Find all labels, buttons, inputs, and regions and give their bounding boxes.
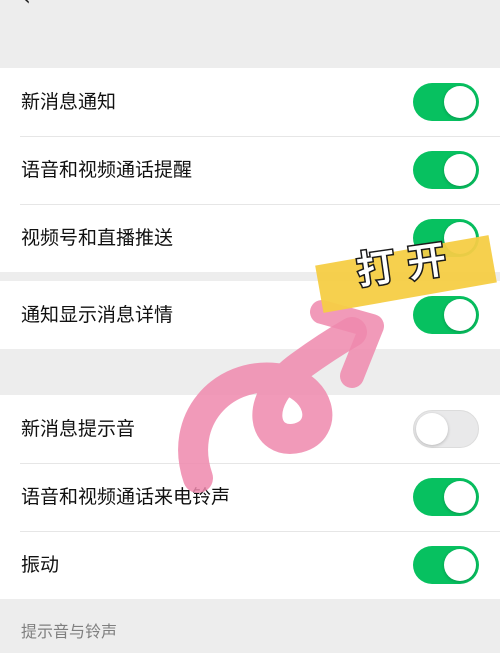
- toggle-knob: [444, 86, 476, 118]
- setting-label: 振动: [21, 554, 60, 576]
- setting-label: 新消息提示音: [21, 418, 136, 440]
- section-label-sounds: 提示音与铃声: [21, 622, 118, 641]
- chevron-left-icon[interactable]: ‹: [22, 0, 31, 11]
- setting-label: 视频号和直播推送: [21, 227, 174, 249]
- setting-row-new-message-notify[interactable]: 新消息通知: [0, 68, 500, 136]
- setting-label: 新消息通知: [21, 91, 117, 113]
- detail-group: 通知显示消息详情: [0, 281, 500, 349]
- vibration-toggle[interactable]: [413, 546, 479, 584]
- toggle-knob: [444, 549, 476, 581]
- setting-row-channels-live-push[interactable]: 视频号和直播推送: [0, 204, 500, 272]
- setting-label: 语音和视频通话来电铃声: [21, 486, 231, 508]
- message-sound-toggle[interactable]: [413, 410, 479, 448]
- setting-row-vibration[interactable]: 振动: [0, 531, 500, 599]
- setting-row-call-reminder[interactable]: 语音和视频通话提醒: [0, 136, 500, 204]
- setting-row-message-sound[interactable]: 新消息提示音: [0, 395, 500, 463]
- toggle-knob: [416, 413, 448, 445]
- navigation-bar: ‹: [0, 0, 500, 68]
- notification-group: 新消息通知 语音和视频通话提醒 视频号和直播推送: [0, 68, 500, 272]
- toggle-knob: [444, 481, 476, 513]
- channels-live-push-toggle[interactable]: [413, 219, 479, 257]
- setting-label: 语音和视频通话提醒: [21, 159, 193, 181]
- setting-row-call-ringtone[interactable]: 语音和视频通话来电铃声: [0, 463, 500, 531]
- show-message-details-toggle[interactable]: [413, 296, 479, 334]
- sound-group: 新消息提示音 语音和视频通话来电铃声 振动: [0, 395, 500, 599]
- toggle-knob: [444, 222, 476, 254]
- toggle-knob: [444, 154, 476, 186]
- call-reminder-toggle[interactable]: [413, 151, 479, 189]
- call-ringtone-toggle[interactable]: [413, 478, 479, 516]
- setting-row-show-message-details[interactable]: 通知显示消息详情: [0, 281, 500, 349]
- new-message-notify-toggle[interactable]: [413, 83, 479, 121]
- setting-label: 通知显示消息详情: [21, 304, 174, 326]
- toggle-knob: [444, 299, 476, 331]
